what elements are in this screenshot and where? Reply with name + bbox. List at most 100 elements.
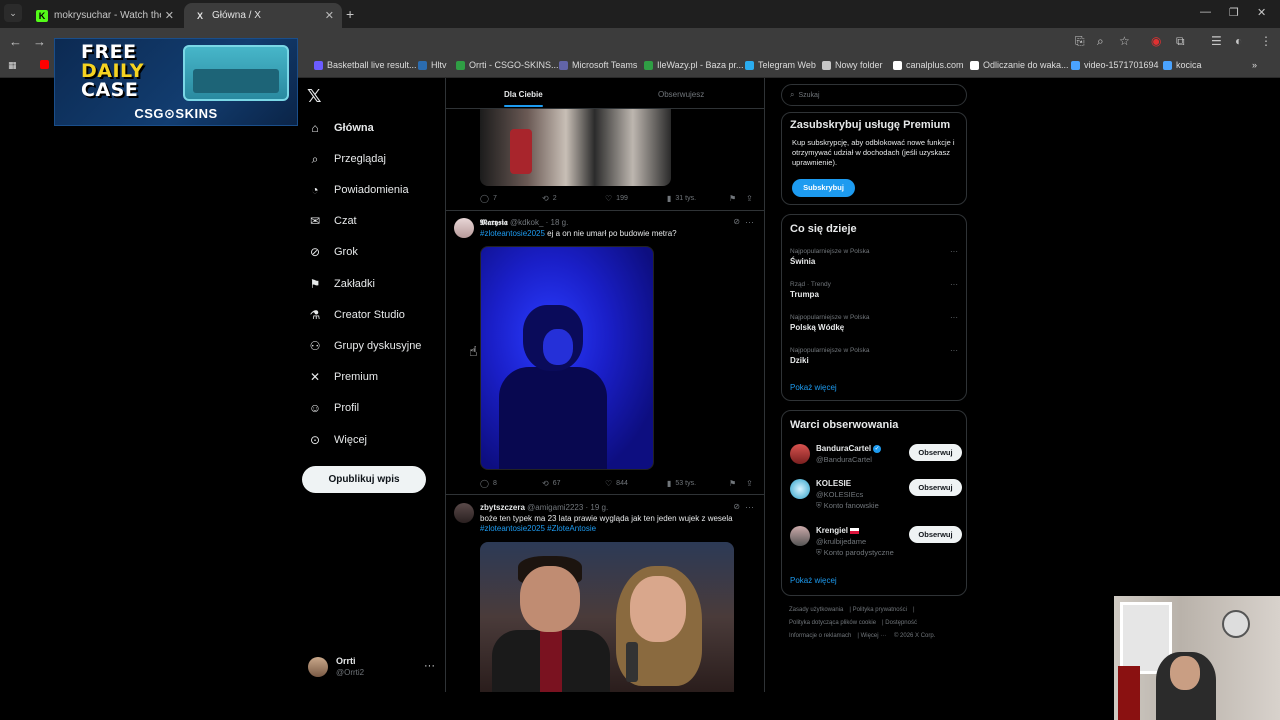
repost-button[interactable]: ⟲ 2 xyxy=(542,194,557,203)
suggestion-name[interactable]: Krengiel xyxy=(816,526,860,535)
bookmark-item[interactable]: canalplus.com xyxy=(893,60,964,70)
share-button[interactable]: ⇪ xyxy=(746,194,757,203)
trend-item[interactable]: Najpopularniejsze w Polska Świnia ··· xyxy=(790,247,960,268)
profile-icon[interactable]: ◐ xyxy=(1235,34,1242,48)
nav-chat[interactable]: ✉ Czat xyxy=(308,211,357,231)
footer-link[interactable]: Zasady użytkowania xyxy=(789,607,843,613)
nav-profile[interactable]: ☺ Profil xyxy=(308,398,359,418)
media-control-icon[interactable]: ☰ xyxy=(1211,34,1222,48)
share-button[interactable]: ⇪ xyxy=(746,479,757,488)
tweet-media-image[interactable] xyxy=(480,109,671,186)
trend-more-icon[interactable]: ··· xyxy=(950,247,958,256)
footer-link[interactable]: Polityka prywatności xyxy=(853,607,907,613)
bookmark-item[interactable]: IleWazy.pl - Baza pr... xyxy=(644,60,744,70)
x-logo-icon[interactable]: 𝕏 xyxy=(307,86,322,107)
bookmark-button[interactable]: ⚑ xyxy=(729,479,740,488)
author-name[interactable]: 𝕸𝖆𝖗𝖞𝖘𝖎𝖆 xyxy=(480,218,508,227)
tweet-media-image[interactable] xyxy=(480,542,734,692)
footer-link[interactable]: Dostępność xyxy=(885,620,917,626)
views-button[interactable]: ▮ 31 tys. xyxy=(667,194,696,203)
tab-search-icon[interactable]: ⌄ xyxy=(4,4,22,22)
nav-explore[interactable]: ⌕ Przeglądaj xyxy=(308,149,386,169)
tab-x[interactable]: X Główna / X ✕ xyxy=(184,3,342,28)
search-input[interactable]: ⌕ Szukaj xyxy=(781,84,967,106)
like-button[interactable]: ♡ 199 xyxy=(605,194,628,203)
trend-more-icon[interactable]: ··· xyxy=(950,280,958,289)
footer-link[interactable]: Więcej ··· xyxy=(861,633,887,639)
bookmark-folder[interactable]: Nowy folder xyxy=(822,60,883,70)
avatar[interactable] xyxy=(790,444,810,464)
extension-icon[interactable]: ◉ xyxy=(1151,34,1161,48)
tab-kick[interactable]: K mokrysuchar - Watch the VOD ✕ xyxy=(26,3,182,28)
minimize-icon[interactable]: — xyxy=(1200,6,1211,18)
bookmark-item[interactable]: Telegram Web xyxy=(745,60,816,70)
bookmark-item[interactable]: Orrti - CSGO-SKINS... xyxy=(456,60,559,70)
bookmark-button[interactable]: ⚑ xyxy=(729,194,740,203)
tweet-more-icon[interactable]: ··· xyxy=(745,217,754,227)
trend-item[interactable]: Rząd · Trendy Trumpa ··· xyxy=(790,280,960,301)
nav-grok[interactable]: ⊘ Grok xyxy=(308,242,358,262)
bookmark-item[interactable]: Hltv xyxy=(418,60,447,70)
avatar[interactable] xyxy=(790,526,810,546)
install-app-icon[interactable]: ⎘ xyxy=(1075,34,1085,49)
csgo-skins-ad-overlay[interactable]: FREE DAILY CASE CSG⊙SKINS xyxy=(54,38,298,126)
trend-item[interactable]: Najpopularniejsze w Polska Dziki ··· xyxy=(790,346,960,367)
footer-link[interactable]: Informacje o reklamach xyxy=(789,633,851,639)
close-tab-icon[interactable]: ✕ xyxy=(325,9,334,22)
repost-button[interactable]: ⟲ 67 xyxy=(542,479,561,488)
bookmark-item[interactable]: Odliczanie do waka... xyxy=(970,60,1069,70)
bookmarks-overflow-icon[interactable]: » xyxy=(1252,60,1257,70)
post-button[interactable]: Opublikuj wpis xyxy=(302,466,426,493)
youtube-bookmark-icon[interactable] xyxy=(40,60,53,69)
maximize-icon[interactable]: ❐ xyxy=(1229,6,1239,19)
avatar[interactable] xyxy=(790,479,810,499)
bookmark-item[interactable]: video-1571701694 xyxy=(1071,60,1159,70)
suggestion-name[interactable]: KOLESIE xyxy=(816,479,851,488)
new-tab-icon[interactable]: + xyxy=(346,6,354,22)
hashtag-link[interactable]: #zloteantosie2025 #ZloteAntosie xyxy=(480,524,756,534)
suggestion-name[interactable]: BanduraCartel ✓ xyxy=(816,444,882,453)
reply-button[interactable]: ◯ 7 xyxy=(480,194,497,203)
nav-bookmarks[interactable]: ⚑ Zakładki xyxy=(308,274,375,294)
views-button[interactable]: ▮ 53 tys. xyxy=(667,479,696,488)
account-more-icon[interactable]: ··· xyxy=(424,660,435,672)
trend-more-icon[interactable]: ··· xyxy=(950,313,958,322)
bookmark-item[interactable]: kocica xyxy=(1163,60,1202,70)
account-switcher[interactable]: Orrti @Orrti2 xyxy=(308,656,364,678)
show-more-follow-link[interactable]: Pokaż więcej xyxy=(790,576,837,585)
trend-item[interactable]: Najpopularniejsze w Polska Polską Wódkę … xyxy=(790,313,960,334)
show-more-trends-link[interactable]: Pokaż więcej xyxy=(790,383,837,392)
nav-home[interactable]: ⌂ Główna xyxy=(308,118,373,138)
close-tab-icon[interactable]: ✕ xyxy=(165,9,174,22)
subscribe-button[interactable]: Subskrybuj xyxy=(792,179,855,197)
extensions-puzzle-icon[interactable]: ⧉ xyxy=(1176,34,1185,49)
bookmark-item[interactable]: Microsoft Teams xyxy=(559,60,637,70)
zoom-icon[interactable]: ⌕ xyxy=(1097,34,1104,49)
hashtag-link[interactable]: #zloteantosie2025 xyxy=(480,229,545,238)
follow-button[interactable]: Obserwuj xyxy=(909,526,962,543)
nav-premium[interactable]: ✕ Premium xyxy=(308,367,378,387)
nav-creator-studio[interactable]: ⚗ Creator Studio xyxy=(308,305,405,325)
avatar[interactable] xyxy=(454,218,474,238)
grok-explain-icon[interactable]: ⊘ xyxy=(733,217,740,226)
nav-notifications[interactable]: ◔ Powiadomienia xyxy=(308,180,408,200)
trend-more-icon[interactable]: ··· xyxy=(950,346,958,355)
like-button[interactable]: ♡ 844 xyxy=(605,479,628,488)
follow-button[interactable]: Obserwuj xyxy=(909,444,962,461)
follow-button[interactable]: Obserwuj xyxy=(909,479,962,496)
window-close-icon[interactable]: ✕ xyxy=(1257,6,1266,19)
forward-icon[interactable]: → xyxy=(33,34,46,49)
author-name[interactable]: zbytszczera xyxy=(480,503,525,512)
tweet-media-image[interactable] xyxy=(480,246,654,470)
tweet-more-icon[interactable]: ··· xyxy=(745,502,754,512)
reply-button[interactable]: ◯ 8 xyxy=(480,479,497,488)
star-icon[interactable]: ☆ xyxy=(1119,34,1130,48)
grok-explain-icon[interactable]: ⊘ xyxy=(733,502,740,511)
bookmark-item[interactable]: Basketball live result... xyxy=(314,60,417,70)
tab-for-you[interactable]: Dla Ciebie xyxy=(504,90,543,107)
browser-menu-icon[interactable]: ⋮ xyxy=(1260,34,1272,48)
footer-link[interactable]: Polityka dotycząca plików cookie xyxy=(789,620,876,626)
nav-more[interactable]: ⊙ Więcej xyxy=(308,430,367,450)
back-icon[interactable]: ← xyxy=(9,34,22,49)
apps-grid-icon[interactable]: ▦ xyxy=(8,60,17,71)
